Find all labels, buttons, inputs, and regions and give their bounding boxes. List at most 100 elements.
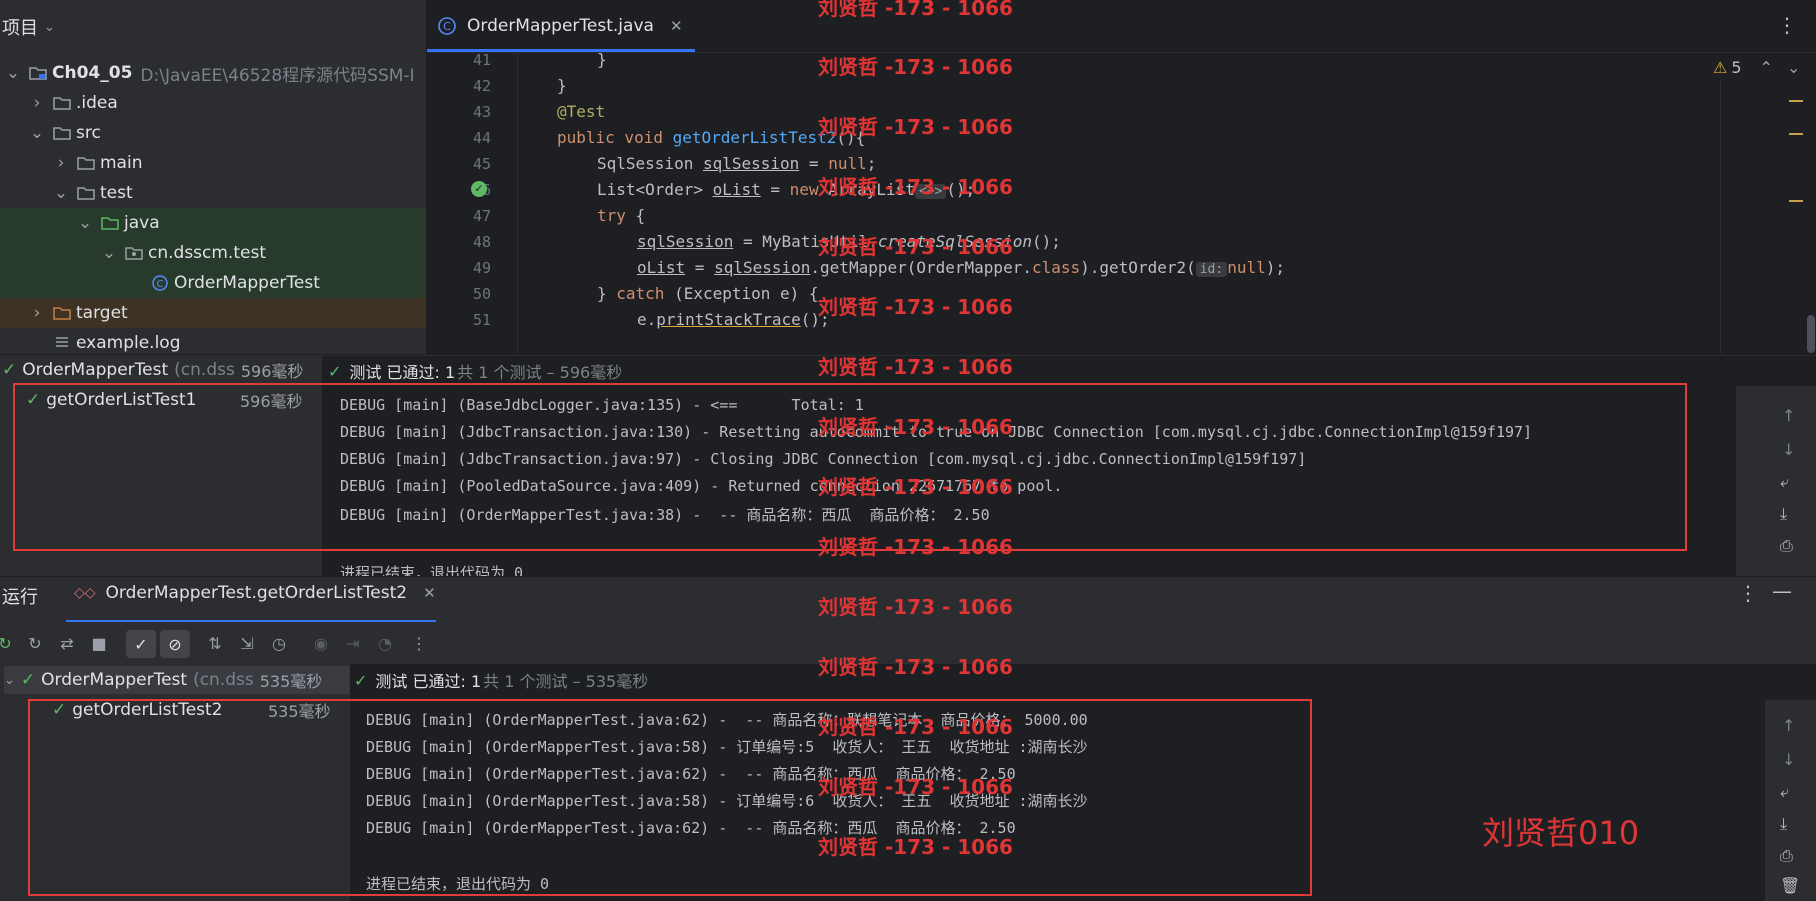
more-options-icon[interactable]: ⋮ bbox=[408, 632, 430, 654]
rerun-icon[interactable]: ↻ bbox=[0, 632, 16, 654]
arrow-up-icon[interactable]: ↑ bbox=[1782, 406, 1802, 426]
chevron-down-icon[interactable]: ⌄ bbox=[28, 123, 46, 143]
line-number: 51 bbox=[472, 311, 491, 329]
tree-label: main bbox=[100, 153, 143, 173]
inspection-widget[interactable]: ⚠ 5 ⌃ ⌄ bbox=[1713, 58, 1800, 77]
code-token: } bbox=[597, 50, 607, 69]
tree-label: example.log bbox=[76, 333, 181, 353]
watermark-text: 刘贤哲 -173 - 1066 bbox=[818, 535, 1013, 559]
right-margin bbox=[1720, 80, 1721, 354]
watermark-text: 刘贤哲 -173 - 1066 bbox=[818, 295, 1013, 319]
code-token: new bbox=[789, 180, 819, 199]
test-root-row[interactable]: ✓ OrderMapperTest (cn.dss 596毫秒 bbox=[2, 356, 303, 384]
line-number: 42 bbox=[472, 77, 491, 95]
chevron-right-icon[interactable]: › bbox=[28, 303, 46, 323]
tree-item-class[interactable]: C OrderMapperTest bbox=[0, 268, 426, 298]
trash-icon[interactable]: 🗑 bbox=[1780, 876, 1800, 896]
code-token: List<Order> bbox=[597, 180, 713, 199]
scroll-to-end-icon[interactable]: ⤓ bbox=[1780, 504, 1800, 524]
tree-label: OrderMapperTest bbox=[174, 273, 320, 293]
history-icon[interactable]: ◷ bbox=[268, 632, 290, 654]
chevron-down-icon[interactable]: ⌄ bbox=[1787, 58, 1800, 77]
code-token: ); bbox=[1265, 258, 1286, 277]
watermark-text: 刘贤哲 -173 - 1066 bbox=[818, 595, 1013, 619]
code-token: catch bbox=[616, 284, 665, 303]
excluded-folder-icon bbox=[53, 307, 71, 320]
project-header[interactable]: 项目 ⌄ bbox=[0, 0, 55, 54]
chevron-up-icon[interactable]: ⌃ bbox=[1760, 58, 1773, 77]
chevron-down-icon[interactable]: ⌄ bbox=[4, 673, 15, 688]
show-passed-icon[interactable]: ✓ bbox=[126, 630, 156, 658]
tree-item-example-log[interactable]: example.log bbox=[0, 328, 426, 354]
chevron-down-icon[interactable]: ⌄ bbox=[100, 243, 118, 263]
project-title: 项目 bbox=[2, 18, 38, 39]
close-icon[interactable]: ✕ bbox=[423, 584, 436, 602]
more-options-icon[interactable]: ⋮ bbox=[1777, 13, 1797, 37]
watermark-text: 刘贤哲 -173 - 1066 bbox=[818, 715, 1013, 739]
sort-icon[interactable]: ⇅ bbox=[204, 632, 226, 654]
soft-wrap-icon[interactable]: ⤶ bbox=[1780, 472, 1800, 492]
print-icon[interactable]: ⎙ bbox=[1780, 536, 1800, 556]
test-root-time: 596毫秒 bbox=[240, 362, 304, 381]
code-line: } bbox=[597, 50, 607, 69]
more-options-icon[interactable]: ⋮ bbox=[1738, 581, 1758, 605]
export-icon[interactable]: ⇥ bbox=[342, 632, 364, 654]
folder-icon bbox=[77, 157, 95, 170]
show-ignored-icon[interactable]: ⊘ bbox=[160, 630, 190, 658]
code-editor[interactable]: C OrderMapperTest.java ✕ ⋮ ⚠ 5 ⌃ ⌄ 41 42… bbox=[427, 0, 1816, 354]
stop-icon[interactable]: ■ bbox=[88, 632, 110, 654]
scroll-to-end-icon[interactable]: ⤓ bbox=[1780, 814, 1800, 834]
test-root-row[interactable]: ⌄ ✓ OrderMapperTest (cn.dss 535毫秒 bbox=[4, 666, 350, 694]
test-source-folder-icon bbox=[101, 217, 119, 230]
code-token: sqlSession bbox=[714, 258, 811, 277]
editor-scrollbar[interactable] bbox=[1807, 315, 1815, 353]
code-token: ).getOrder2( bbox=[1080, 258, 1196, 277]
toggle-auto-test-icon[interactable]: ⇄ bbox=[56, 632, 78, 654]
code-token: .getMapper(OrderMapper. bbox=[810, 258, 1032, 277]
code-line: try { bbox=[597, 206, 645, 225]
tree-item-ch04-05[interactable]: ⌄ Ch04_05 D:\JavaEE\46528程序源代码SSM-I bbox=[0, 58, 426, 88]
chevron-down-icon[interactable]: ⌄ bbox=[4, 63, 22, 83]
status-passed: 测试 已通过: 1 bbox=[375, 672, 482, 691]
print-icon[interactable]: ⎙ bbox=[1780, 846, 1800, 866]
chevron-down-icon[interactable]: ⌄ bbox=[76, 213, 94, 233]
chevron-right-icon[interactable]: › bbox=[52, 153, 70, 173]
status-summary: 共 1 个测试 – 596毫秒 bbox=[457, 363, 623, 382]
line-number: 49 bbox=[472, 259, 491, 277]
tree-item-src[interactable]: ⌄ src bbox=[0, 118, 426, 148]
rerun-failed-icon[interactable]: ↻ bbox=[24, 632, 46, 654]
tab-ordermappertest-java[interactable]: C OrderMapperTest.java ✕ bbox=[437, 0, 683, 52]
tree-item-test[interactable]: ⌄ test bbox=[0, 178, 426, 208]
arrow-down-icon[interactable]: ↓ bbox=[1782, 440, 1802, 460]
tree-item-java[interactable]: ⌄ java bbox=[0, 208, 426, 238]
chevron-right-icon[interactable]: › bbox=[28, 93, 46, 113]
run-test-passed-icon[interactable]: ✓ bbox=[471, 181, 487, 197]
arrow-up-icon[interactable]: ↑ bbox=[1782, 716, 1802, 736]
tree-item-main[interactable]: › main bbox=[0, 148, 426, 178]
error-stripe bbox=[1789, 100, 1803, 102]
tree-item-target[interactable]: › target bbox=[0, 298, 426, 328]
close-icon[interactable]: ✕ bbox=[670, 17, 683, 35]
tab-run-config[interactable]: ◇◇ OrderMapperTest.getOrderListTest2 ✕ bbox=[74, 583, 436, 603]
camera-icon[interactable]: ◉ bbox=[310, 632, 332, 654]
tree-item-idea[interactable]: › .idea bbox=[0, 88, 426, 118]
tree-item-package[interactable]: ⌄ cn.dsscm.test bbox=[0, 238, 426, 268]
line-number: 47 bbox=[472, 207, 491, 225]
chevron-down-icon[interactable]: ⌄ bbox=[52, 183, 70, 203]
test-root-package: (cn.dss bbox=[174, 360, 235, 380]
code-line: } bbox=[557, 76, 567, 95]
annotation-box bbox=[28, 699, 1312, 896]
tree-label: src bbox=[76, 123, 101, 143]
code-token: } bbox=[597, 284, 617, 303]
coverage-icon[interactable]: ◔ bbox=[374, 632, 396, 654]
watermark-text: 刘贤哲 -173 - 1066 bbox=[818, 55, 1013, 79]
minimize-icon[interactable]: — bbox=[1772, 579, 1792, 603]
arrow-down-icon[interactable]: ↓ bbox=[1782, 750, 1802, 770]
import-tests-icon[interactable]: ⇲ bbox=[236, 632, 258, 654]
tree-label: test bbox=[100, 183, 133, 203]
code-line: @Test bbox=[557, 102, 605, 121]
tree-label: Ch04_05 bbox=[52, 63, 133, 83]
project-panel: 项目 ⌄ ⌄ Ch04_05 D:\JavaEE\46528程序源代码SSM-I… bbox=[0, 0, 427, 354]
soft-wrap-icon[interactable]: ⤶ bbox=[1780, 782, 1800, 802]
watermark-text: 刘贤哲 -173 - 1066 bbox=[818, 235, 1013, 259]
